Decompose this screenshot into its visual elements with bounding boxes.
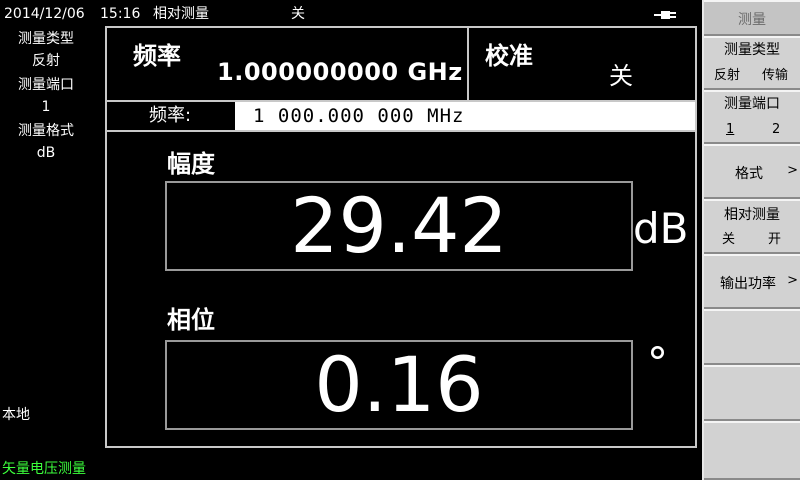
status-relative-state: 关: [291, 6, 305, 22]
status-bar: 2014/12/06 15:16 相对测量 关: [0, 0, 702, 27]
softkey-empty-1[interactable]: [704, 309, 800, 365]
softkey-panel: 测量 测量类型 反射 传输 测量端口 1 2 格式 > 相对测量 关 开 输出功…: [702, 0, 800, 480]
status-relative-label: 相对测量: [153, 6, 209, 22]
amplitude-readout: 29.42: [165, 181, 633, 271]
softkey-format-label: 格式: [735, 166, 763, 182]
softkey-empty-2[interactable]: [704, 365, 800, 421]
calibration-label: 校准: [485, 41, 533, 70]
amplitude-label: 幅度: [167, 149, 215, 178]
phase-unit: °: [647, 338, 668, 387]
softkey-relative-opt-off: 关: [722, 232, 736, 247]
softkey-relative[interactable]: 相对测量 关 开: [704, 199, 800, 254]
frequency-entry-input[interactable]: [235, 102, 695, 130]
amplitude-unit: dB: [633, 204, 689, 253]
frequency-header: 频率 1.000000000 GHz: [107, 28, 469, 102]
softkey-meas-type-opt-transmit: 传输: [762, 68, 789, 83]
chevron-right-icon: >: [787, 163, 798, 178]
meas-port-value: 1: [41, 99, 51, 115]
main-display: 频率 1.000000000 GHz 校准 关 频率: 幅度 29.42 dB …: [105, 26, 697, 448]
measurement-mode-label: 矢量电压测量: [2, 461, 86, 477]
meas-format-value: dB: [36, 145, 56, 161]
frequency-header-label: 频率: [133, 41, 181, 70]
softkey-meas-port-label: 测量端口: [724, 96, 780, 112]
softkey-output-power-label: 输出功率: [720, 276, 776, 292]
softkey-output-power[interactable]: 输出功率 >: [704, 254, 800, 309]
softkey-relative-label: 相对测量: [724, 207, 780, 223]
calibration-value: 关: [609, 62, 633, 90]
phase-readout: 0.16: [165, 340, 633, 430]
status-time: 15:16: [100, 6, 141, 22]
softkey-port-opt-2: 2: [772, 122, 781, 137]
local-mode-label: 本地: [2, 407, 30, 423]
softkey-meas-port[interactable]: 测量端口 1 2: [704, 90, 800, 144]
phase-label: 相位: [167, 305, 215, 334]
meas-type-label: 测量类型: [18, 31, 74, 47]
softkey-menu-title: 测量: [704, 0, 800, 36]
chevron-right-icon: >: [787, 273, 798, 288]
frequency-entry-row: 频率:: [107, 102, 695, 132]
calibration-header: 校准 关: [469, 28, 695, 102]
softkey-relative-opt-on: 开: [768, 232, 782, 247]
softkey-format[interactable]: 格式 >: [704, 144, 800, 199]
amplitude-value: 29.42: [290, 181, 508, 270]
status-date: 2014/12/06: [4, 6, 85, 22]
frequency-header-value: 1.000000000 GHz: [217, 58, 463, 86]
softkey-meas-type[interactable]: 测量类型 反射 传输: [704, 36, 800, 90]
frequency-entry-label: 频率:: [148, 105, 192, 126]
softkey-port-opt-1: 1: [726, 122, 735, 137]
softkey-meas-type-opt-reflect: 反射: [714, 68, 741, 83]
softkey-empty-3[interactable]: [704, 421, 800, 480]
softkey-menu-title-label: 测量: [738, 12, 766, 28]
meas-format-label: 测量格式: [18, 123, 74, 139]
meas-type-value: 反射: [32, 53, 60, 69]
meas-port-label: 测量端口: [18, 77, 74, 93]
phase-value: 0.16: [314, 340, 484, 429]
power-plug-icon: [654, 11, 676, 19]
softkey-meas-type-label: 测量类型: [724, 42, 780, 58]
